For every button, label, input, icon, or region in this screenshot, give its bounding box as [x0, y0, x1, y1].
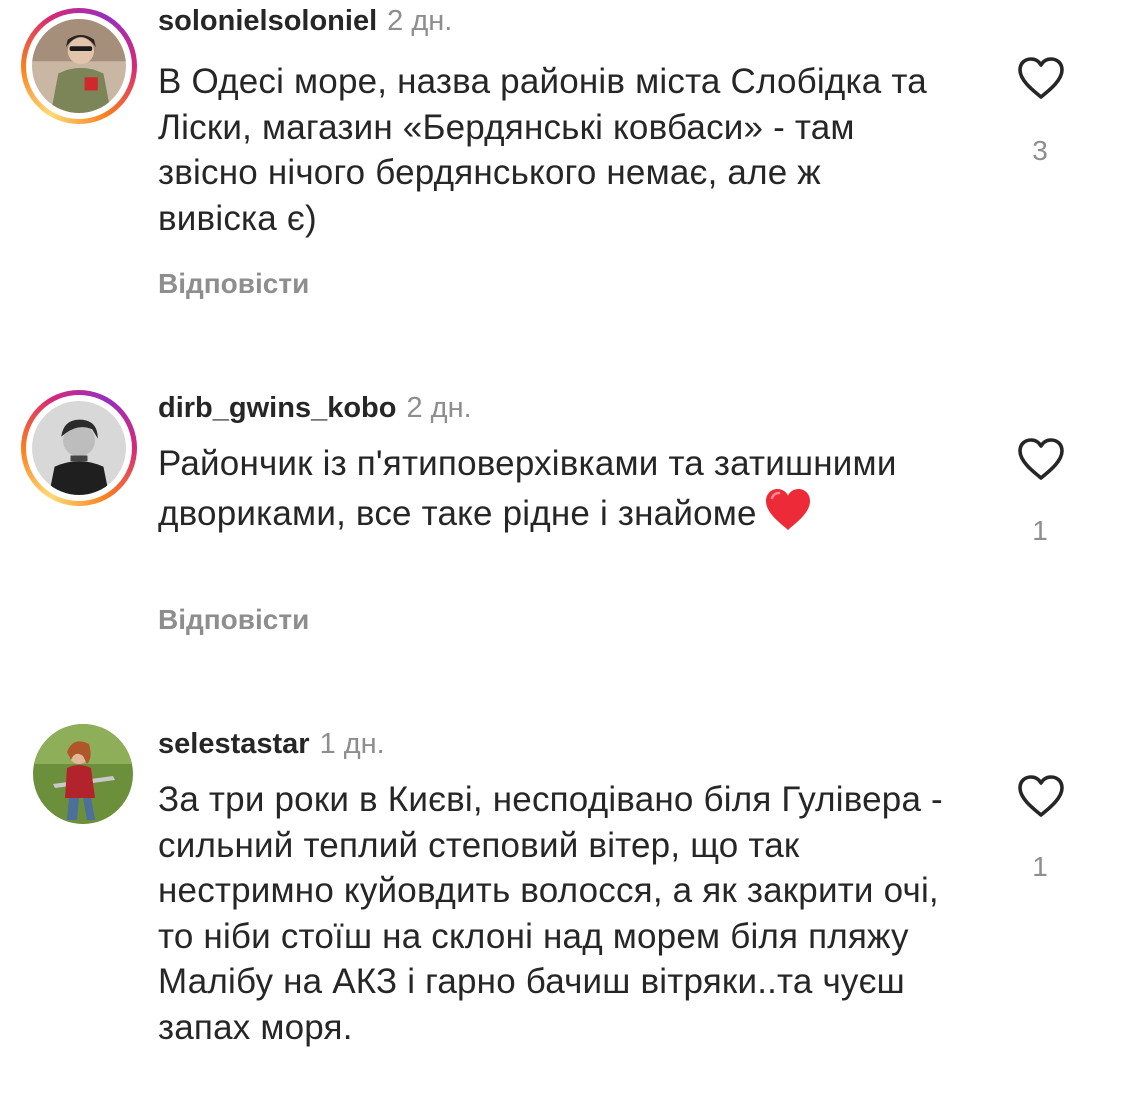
comment-header: selestastar 1 дн. — [158, 727, 385, 761]
red-heart-emoji-icon — [763, 487, 813, 533]
comment-text: Райончик із п'ятиповерхівками та затишни… — [158, 441, 948, 536]
like-button[interactable] — [1016, 55, 1066, 101]
reply-button[interactable]: Відповісти — [158, 267, 309, 301]
timestamp: 1 дн. — [319, 728, 385, 760]
username[interactable]: selestastar — [158, 728, 310, 760]
avatar-photo — [33, 724, 133, 824]
reply-button[interactable]: Відповісти — [158, 603, 309, 637]
like-count: 1 — [1032, 851, 1048, 882]
avatar-photo — [32, 19, 126, 113]
like-count: 3 — [1032, 135, 1048, 166]
like-button[interactable] — [1016, 436, 1066, 482]
heart-outline-icon — [1018, 57, 1064, 99]
avatar[interactable] — [21, 8, 137, 124]
username[interactable]: dirb_gwins_kobo — [158, 392, 396, 424]
like-count: 1 — [1032, 515, 1048, 546]
comment-header: dirb_gwins_kobo 2 дн. — [158, 391, 472, 425]
username[interactable]: solonielsoloniel — [158, 5, 377, 37]
comment-text: В Одесі море, назва районів міста Слобід… — [158, 62, 927, 238]
timestamp: 2 дн. — [387, 5, 453, 37]
like-button[interactable] — [1016, 773, 1066, 819]
avatar[interactable] — [21, 390, 137, 506]
avatar[interactable] — [33, 724, 133, 824]
avatar-photo — [32, 401, 126, 495]
timestamp: 2 дн. — [406, 392, 472, 424]
comment-text: За три роки в Києві, несподівано біля Гу… — [158, 780, 943, 1047]
heart-outline-icon — [1018, 438, 1064, 480]
comment-header: solonielsoloniel 2 дн. — [158, 4, 452, 38]
heart-outline-icon — [1018, 775, 1064, 817]
